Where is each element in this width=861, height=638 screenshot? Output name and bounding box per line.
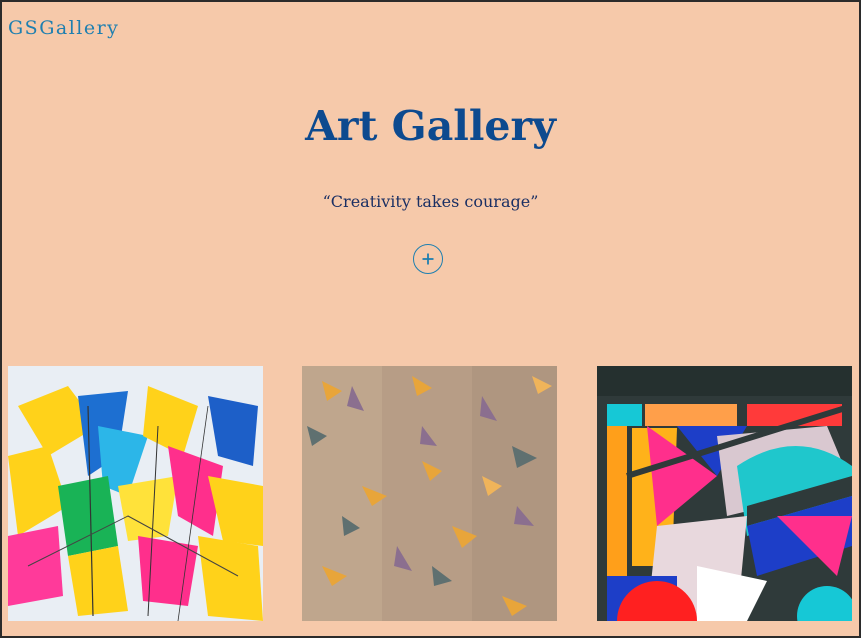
gallery-image-paper-birds[interactable] xyxy=(302,366,557,621)
gallery-image-geometric-mural[interactable] xyxy=(597,366,852,621)
gallery-image-paint-splash[interactable] xyxy=(8,366,263,621)
plus-icon xyxy=(422,253,434,265)
add-button[interactable] xyxy=(413,244,443,274)
page-title: Art Gallery xyxy=(305,102,556,150)
page: GSGallery Art Gallery “Creativity takes … xyxy=(2,2,859,636)
brand-logo[interactable]: GSGallery xyxy=(8,17,119,39)
tagline-quote: “Creativity takes courage” xyxy=(322,192,539,211)
